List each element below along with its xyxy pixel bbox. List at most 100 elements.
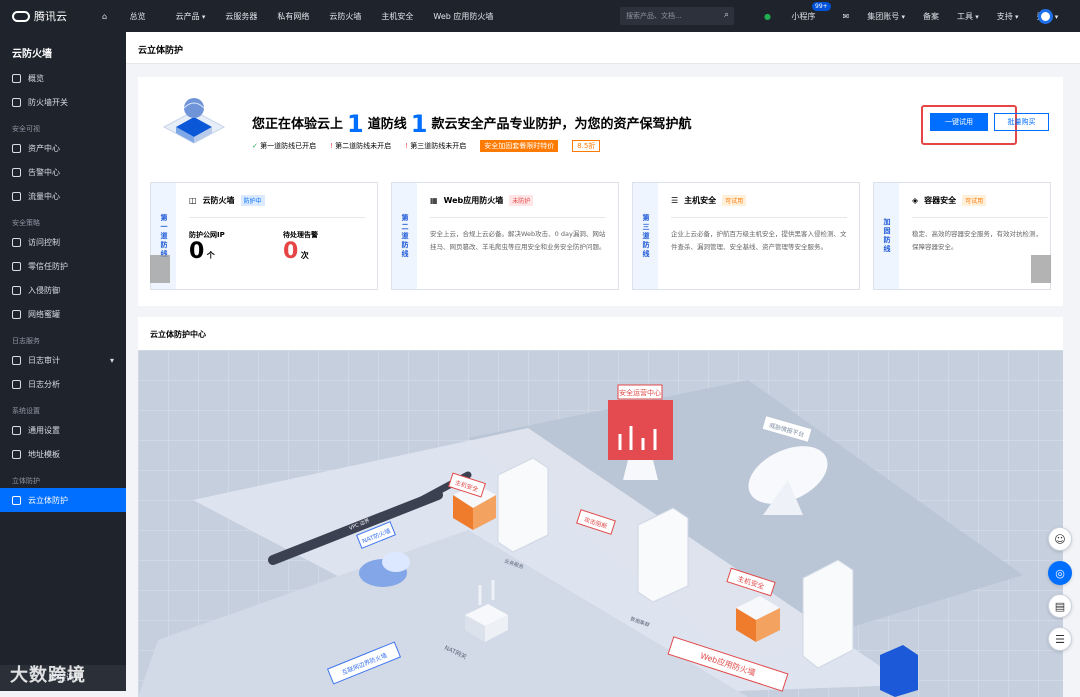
status-first-line: ✓ 第一道防线已开启	[252, 142, 317, 150]
sidebar-item-intrusion-prevention[interactable]: 入侵防御	[0, 278, 126, 302]
card-title: ☰ 主机安全 可试用	[671, 195, 747, 206]
carousel-right-arrow[interactable]	[1031, 255, 1051, 283]
nav-vpc[interactable]: 私有网络	[267, 11, 319, 22]
status-badge: 防护中	[240, 195, 265, 206]
sidebar-item-general-settings[interactable]: 通用设置	[0, 418, 126, 442]
isometric-network-diagram: 安全运营中心 威胁情报平台 主机安全 攻击阻断 主机安全 NAT防火墙 互联网边…	[138, 350, 1063, 697]
card-divider	[189, 217, 365, 218]
card-divider	[912, 217, 1048, 218]
main-content: 云立体防护 您正在体验云上 1 道防线 1 款云安全产品专业防护，为您的资产保驾护航 ✓…	[126, 32, 1080, 697]
discount-badge: 8.5折	[572, 140, 601, 152]
tools-menu[interactable]: 工具	[948, 11, 988, 22]
card-description: 稳定、高效的容器安全服务，有效对抗检测，保障容器安全。	[912, 230, 1042, 251]
sidebar-section-stereo: 立体防护	[12, 477, 40, 485]
cloud-logo-icon	[12, 10, 30, 22]
sidebar-item-address-template[interactable]: 地址模板	[0, 442, 126, 466]
defense-line-count: 1	[347, 110, 364, 138]
metric-public-ip: 防护公网IP 0 个	[189, 231, 225, 264]
card-title: ◫ 云防火墙 防护中	[189, 195, 265, 206]
metric-pending-alerts: 待处理告警 0 次	[283, 231, 318, 264]
search-icon[interactable]: ⌕	[724, 10, 729, 20]
sidebar-section-policy: 安全策略	[12, 219, 40, 227]
server-icon: ☰	[671, 196, 679, 205]
defense-card-container-security[interactable]: 加固防线 ◈ 容器安全 可试用 稳定、高效的容器安全服务，有效对抗检测，保障容器安全…	[873, 182, 1051, 290]
firewall-icon: ◫	[189, 196, 197, 205]
defense-card-host-security[interactable]: 第三道防线 ☰ 主机安全 可试用 企业上云必备，护航百万级主机安全，提供黑客入侵检测…	[632, 182, 860, 290]
sidebar-item-access-control[interactable]: 访问控制	[0, 230, 126, 254]
status-second-line: ! 第二道防线未开启	[330, 142, 392, 150]
card-description: 安全上云，合规上云必备。解决Web攻击、0 day漏洞、网站挂马、网页篡改、羊毛…	[430, 230, 606, 251]
sidebar-item-log-analysis[interactable]: 日志分析	[0, 372, 126, 396]
sidebar-item-traffic[interactable]: 流量中心	[0, 184, 126, 208]
mini-program-link[interactable]: ● 小程序	[746, 11, 834, 22]
nav-cvm[interactable]: 云服务器	[215, 11, 267, 22]
brand-name: 腾讯云	[34, 10, 67, 23]
nav-waf[interactable]: Web 应用防火墙	[423, 11, 503, 22]
web-icon: ▦	[430, 196, 438, 205]
nav-host-security[interactable]: 主机安全	[371, 11, 423, 22]
support-menu[interactable]: 支持	[988, 11, 1028, 22]
analysis-icon	[12, 379, 21, 389]
one-click-trial-button[interactable]: 一键试用	[930, 113, 988, 131]
smile-feedback-icon[interactable]: ☺	[1048, 527, 1072, 551]
network-security-scene: 安全运营中心 威胁情报平台 主机安全 攻击阻断 主机安全 NAT防火墙 互联网边…	[138, 350, 1063, 697]
home-icon: ⌂	[102, 11, 110, 21]
sidebar-item-honeypot[interactable]: 网络蜜罐	[0, 302, 126, 326]
promotion-badge[interactable]: 安全加固套餐限时特价	[480, 140, 559, 152]
brand-logo[interactable]: 腾讯云	[0, 8, 82, 24]
nav-products[interactable]: 云产品	[166, 11, 216, 22]
svg-text:安全运营中心: 安全运营中心	[619, 388, 661, 397]
defense-card-cloud-firewall[interactable]: 第一道防线 ◫ 云防火墙 防护中 防护公网IP 0 个 待处理告警 0 次	[150, 182, 378, 290]
switch-icon	[12, 97, 21, 107]
record-link[interactable]: 备案	[914, 11, 948, 22]
home-link[interactable]: ⌂ 总览	[82, 11, 166, 22]
warning-circle-icon: !	[330, 142, 333, 150]
watermark-text: 大数跨境	[10, 665, 86, 686]
top-right-actions: ● 小程序 ✉ 集团账号 备案 工具 支持 费用	[746, 0, 1067, 32]
message-count-badge: 99+	[812, 2, 831, 11]
top-nav: ⌂ 总览 云产品 云服务器 私有网络 云防火墙 主机安全 Web 应用防火墙	[82, 0, 503, 32]
batch-purchase-button[interactable]: 批量购买	[994, 113, 1049, 131]
sidebar: 云防火墙 概览 防火墙开关 安全可视 资产中心 告警中心 流量中心 安全策略 访…	[0, 32, 126, 691]
sidebar-item-log-audit[interactable]: 日志审计 ▾	[0, 348, 126, 372]
protection-summary-panel: 您正在体验云上 1 道防线 1 款云安全产品专业防护，为您的资产保驾护航 ✓ 第一道防线…	[138, 77, 1063, 306]
list-menu-icon[interactable]: ☰	[1048, 627, 1072, 651]
protection-summary-title: 您正在体验云上 1 道防线 1 款云安全产品专业防护，为您的资产保驾护航	[252, 110, 692, 138]
status-badge: 可试用	[962, 195, 987, 206]
protection-center-title: 云立体防护中心	[150, 330, 206, 339]
sidebar-item-assets[interactable]: 资产中心	[0, 136, 126, 160]
layers-icon	[12, 495, 21, 505]
defense-line-label: 第三道防线	[633, 183, 658, 289]
global-search-input[interactable]: 搜索产品、文档... ⌕	[620, 7, 734, 25]
zero-trust-icon	[12, 261, 21, 271]
shield-icon	[12, 285, 21, 295]
asset-icon	[12, 143, 21, 153]
template-icon	[12, 449, 21, 459]
message-icon[interactable]: ✉	[834, 12, 859, 21]
sidebar-item-zero-trust[interactable]: 零信任防护	[0, 254, 126, 278]
honeypot-icon	[12, 309, 21, 319]
defense-status-row: ✓ 第一道防线已开启 ! 第二道防线未开启 ! 第三道防线未开启 安全加固套餐限…	[252, 140, 601, 152]
sidebar-item-firewall-switch[interactable]: 防火墙开关	[0, 90, 126, 114]
sidebar-item-stereo-protection[interactable]: 云立体防护	[0, 488, 126, 512]
sidebar-item-alerts[interactable]: 告警中心	[0, 160, 126, 184]
sidebar-section-security-visible: 安全可视	[12, 125, 40, 133]
defense-card-waf[interactable]: 第二道防线 ▦ Web应用防火墙 未防护 安全上云，合规上云必备。解决Web攻击、0…	[391, 182, 619, 290]
carousel-left-arrow[interactable]	[150, 255, 170, 283]
account-menu[interactable]: 集团账号	[858, 11, 914, 22]
sidebar-item-overview[interactable]: 概览	[0, 66, 126, 90]
protection-center-panel: 云立体防护中心 安全运营中心 威胁情报平台 主机安全 攻击阻断 主机安全 NAT…	[138, 317, 1063, 697]
grid-icon	[12, 73, 21, 83]
page-title: 云立体防护	[126, 32, 1080, 64]
headset-support-icon[interactable]: ◎	[1048, 561, 1072, 585]
top-navigation-bar: 腾讯云 ⌂ 总览 云产品 云服务器 私有网络 云防火墙 主机安全 Web 应用防…	[0, 0, 1080, 32]
status-badge: 可试用	[722, 195, 747, 206]
traffic-icon	[12, 191, 21, 201]
nav-cloud-firewall[interactable]: 云防火墙	[319, 11, 371, 22]
user-avatar[interactable]	[1038, 9, 1053, 24]
chevron-down-icon: ▾	[109, 355, 114, 365]
book-docs-icon[interactable]: ▤	[1048, 594, 1072, 618]
container-icon: ◈	[912, 196, 919, 205]
status-badge: 未防护	[509, 195, 534, 206]
log-icon	[12, 355, 21, 365]
